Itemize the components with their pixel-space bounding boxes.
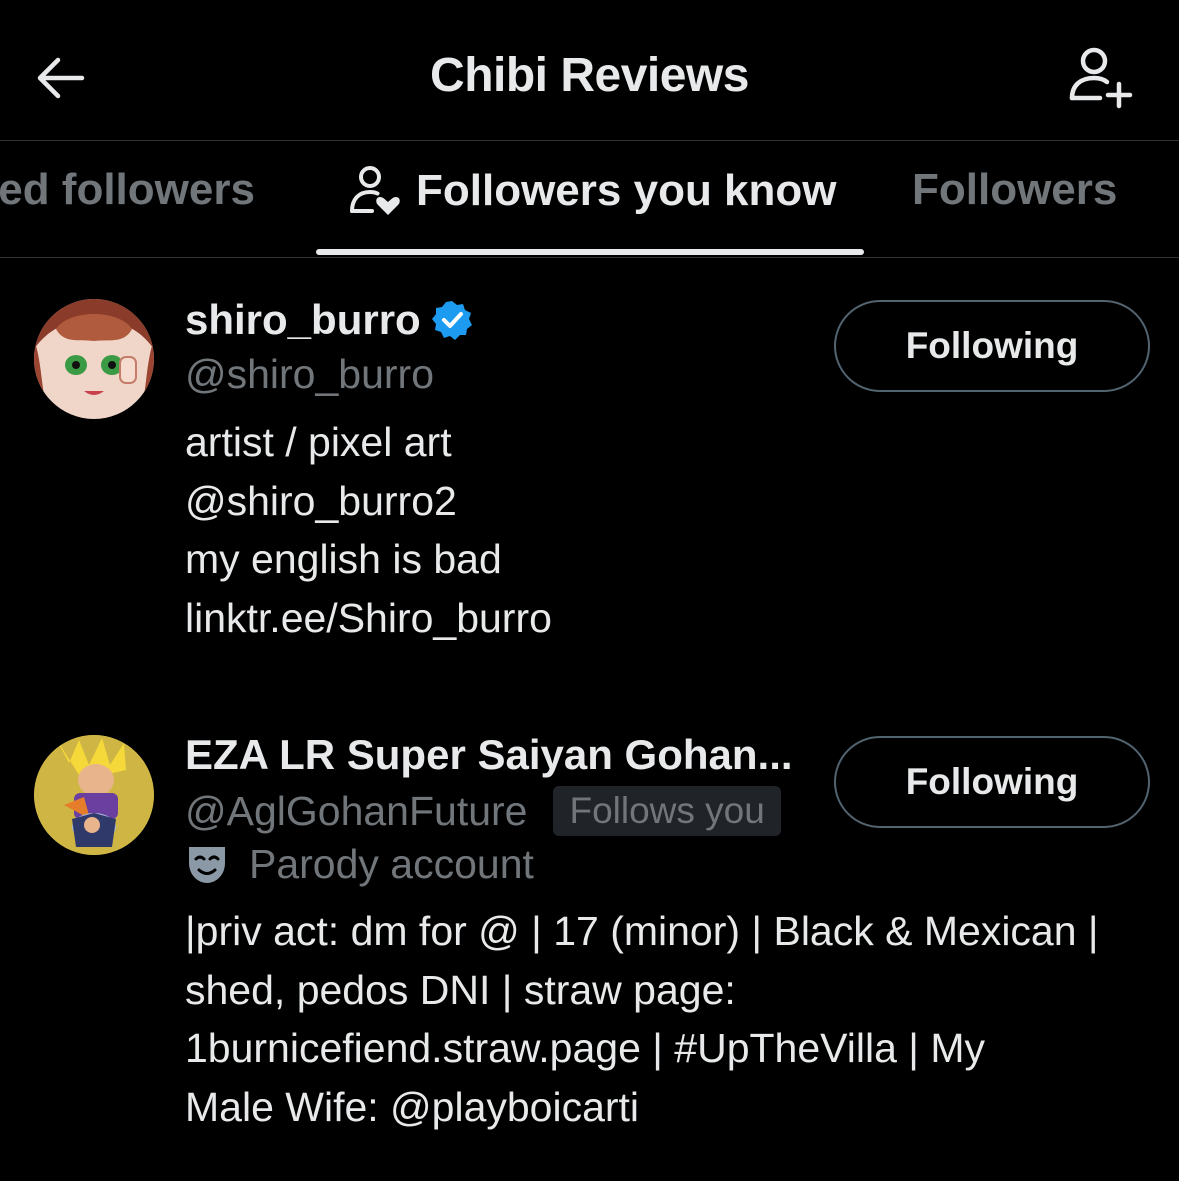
name-row: shiro_burro — [185, 296, 473, 344]
page-title: Chibi Reviews — [430, 49, 749, 102]
tab-verified-followers[interactable]: ied followers — [0, 165, 255, 215]
top-bar: Chibi Reviews — [0, 0, 1179, 141]
display-name[interactable]: shiro_burro — [185, 296, 421, 344]
tab-label: Followers — [912, 165, 1118, 214]
verified-badge-icon — [431, 301, 472, 340]
user-handle: @AglGohanFuture — [185, 787, 528, 834]
user-handle: @shiro_burro — [185, 351, 435, 397]
handle-row: @AglGohanFuture Follows you — [185, 786, 781, 836]
display-name[interactable]: EZA LR Super Saiyan Gohan... — [185, 731, 793, 779]
name-row: EZA LR Super Saiyan Gohan... — [185, 731, 793, 779]
avatar[interactable] — [34, 299, 154, 419]
follow-user-button[interactable] — [1062, 40, 1136, 114]
parody-label: Parody account — [249, 841, 534, 887]
tab-label: Followers you know — [416, 166, 837, 215]
following-button[interactable]: Following — [834, 300, 1150, 392]
following-button[interactable]: Following — [834, 736, 1150, 828]
follows-you-badge: Follows you — [553, 786, 781, 836]
theater-mask-icon — [189, 846, 225, 883]
tab-followers[interactable]: Followers — [912, 165, 1117, 215]
user-bio: |priv act: dm for @ | 17 (minor) | Black… — [185, 908, 1099, 1130]
add-user-icon — [1069, 47, 1133, 109]
avatar-image — [34, 735, 154, 855]
tab-bar: ied followers Followers you know Followe… — [0, 141, 1179, 258]
parody-label-row: Parody account — [185, 841, 534, 888]
avatar[interactable] — [34, 735, 154, 855]
tab-label: ied followers — [0, 165, 255, 214]
user-bio: artist / pixel art @shiro_burro2 my engl… — [185, 419, 552, 641]
tab-followers-you-know[interactable]: Followers you know — [346, 163, 837, 219]
active-tab-indicator — [316, 249, 864, 255]
handle-row: @shiro_burro — [185, 351, 434, 398]
person-heart-icon — [350, 166, 400, 215]
avatar-image — [34, 299, 154, 419]
